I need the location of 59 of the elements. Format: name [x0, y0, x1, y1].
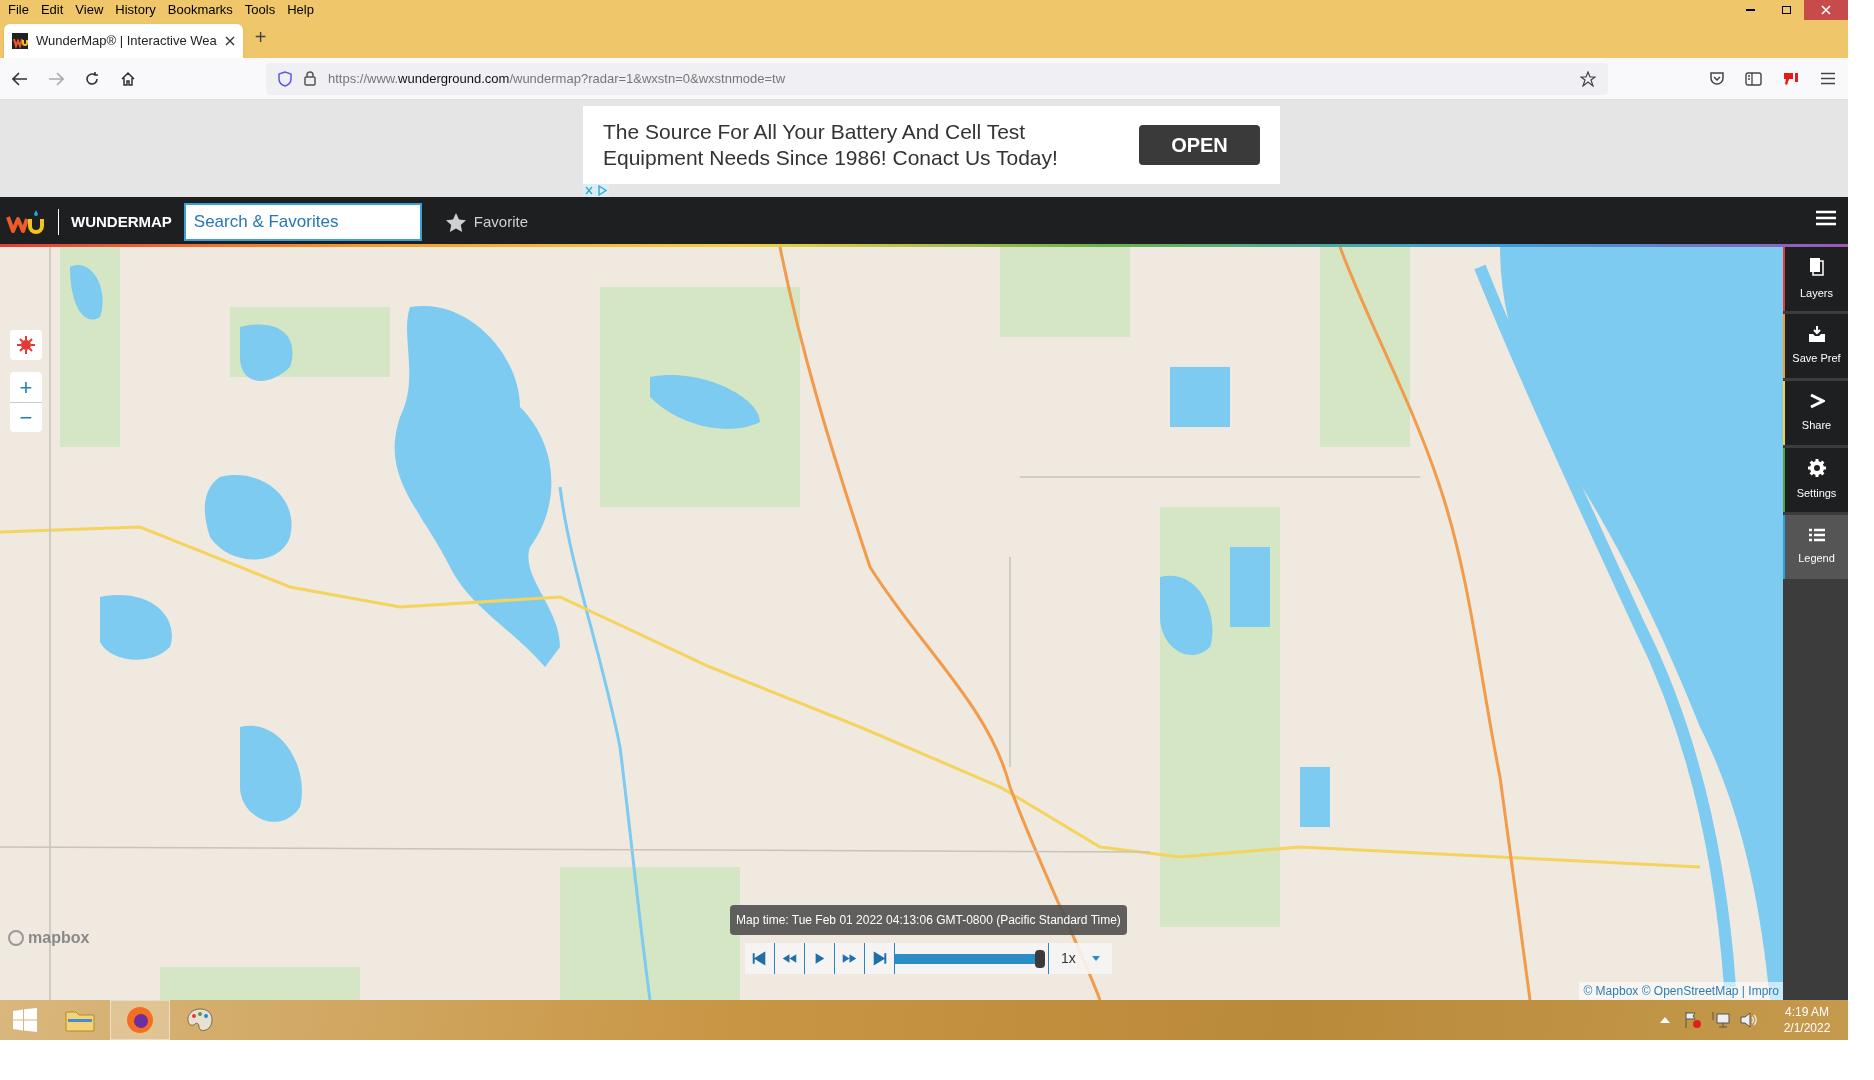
back-icon[interactable] — [12, 71, 28, 86]
chevron-icon — [1808, 392, 1825, 409]
speaker-icon[interactable] — [1740, 1011, 1758, 1029]
browser-tab[interactable]: WunderMap® | Interactive Wea — [4, 24, 243, 58]
sun-icon — [16, 335, 36, 355]
lock-icon — [304, 71, 316, 86]
menu-icon[interactable] — [1820, 72, 1836, 85]
flag-alert-icon[interactable] — [1684, 1011, 1702, 1029]
sidebar-button[interactable]: Share — [1783, 381, 1848, 445]
paint-palette-icon[interactable] — [186, 1007, 214, 1033]
radar-button[interactable] — [10, 330, 42, 360]
menu-item[interactable]: Tools — [244, 0, 276, 20]
search-field[interactable]: Search & Favorites — [183, 203, 422, 241]
speed-dropdown[interactable]: 1x — [1049, 943, 1112, 974]
sidebar-button[interactable]: Settings — [1783, 448, 1848, 512]
new-tab-button[interactable]: + — [254, 22, 267, 52]
map-time-tooltip: Map time: Tue Feb 01 2022 04:13:06 GMT-0800 (Pacific Standard Time) — [730, 905, 1127, 935]
extension-icon[interactable] — [1782, 70, 1800, 87]
star-icon[interactable] — [1580, 70, 1596, 87]
ad-banner[interactable]: The Source For All Your Battery And Cell Test Equipment Needs Since 1986! Conact Us Today! OPEN — [583, 106, 1280, 184]
tab-title: WunderMap® | Interactive Wea — [36, 32, 217, 51]
sidebar-button[interactable]: Layers — [1783, 247, 1848, 311]
menu-item[interactable]: View — [75, 0, 104, 20]
favicon-icon — [12, 33, 28, 49]
menu-item[interactable]: File — [8, 0, 29, 20]
url-text: https://www.wunderground.com/wundermap?radar=1&wxstn=0&wxstnmode=tw — [328, 69, 786, 88]
timeline-slider[interactable] — [895, 949, 1046, 968]
menu-item[interactable]: Bookmarks — [167, 0, 233, 20]
address-bar[interactable]: https://www.wunderground.com/wundermap?radar=1&wxstn=0&wxstnmode=tw — [266, 62, 1608, 95]
windows-start-icon[interactable] — [13, 1008, 37, 1032]
star-icon — [445, 212, 466, 232]
slider-thumb[interactable] — [1035, 949, 1046, 968]
sidebar-icon[interactable] — [1745, 71, 1762, 86]
menu-item[interactable]: Help — [287, 0, 314, 20]
tray-arrow-icon[interactable] — [1660, 1017, 1670, 1023]
network-icon[interactable] — [1712, 1011, 1730, 1029]
reload-icon[interactable] — [84, 70, 100, 87]
favorite-button[interactable]: Favorite — [445, 210, 528, 234]
logo-icon[interactable] — [6, 209, 46, 235]
caret-icon — [1091, 956, 1100, 961]
settings-icon — [1807, 458, 1826, 477]
close-icon[interactable] — [224, 36, 235, 46]
ad-text: The Source For All Your Battery And Cell Test Equipment Needs Since 1986! Conact Us Today! — [603, 119, 1059, 171]
home-icon[interactable] — [120, 70, 136, 87]
shield-icon — [278, 70, 292, 87]
pages-icon — [1808, 256, 1825, 277]
map-attribution[interactable]: © Mapbox © OpenStreetMap | Impro — [1579, 982, 1783, 1000]
open-button[interactable]: OPEN — [1138, 125, 1260, 165]
sidebar-button[interactable]: Legend — [1783, 515, 1848, 579]
zoom-out-button[interactable]: − — [10, 402, 42, 432]
menu-item[interactable]: History — [115, 0, 156, 20]
download-icon — [1808, 325, 1825, 342]
menu-item[interactable]: Edit — [40, 0, 64, 20]
list-icon — [1808, 527, 1825, 542]
brand-name: WUNDERMAP — [71, 211, 172, 232]
sidebar-button[interactable]: Save Pref — [1783, 314, 1848, 378]
firefox-icon[interactable] — [126, 1006, 154, 1034]
pocket-icon[interactable] — [1709, 71, 1725, 86]
zoom-in-button[interactable]: + — [10, 372, 42, 402]
